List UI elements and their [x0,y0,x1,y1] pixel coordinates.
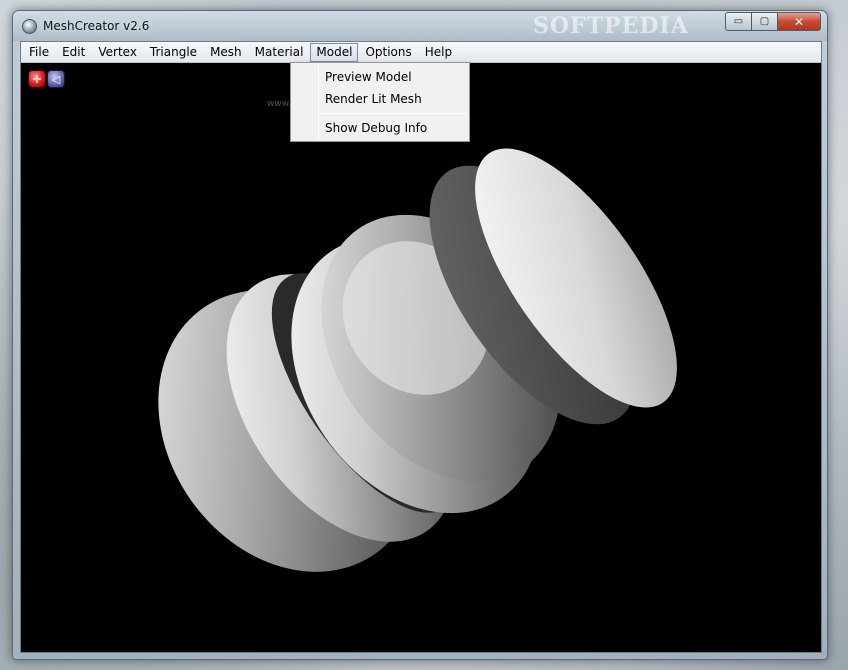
menu-model[interactable]: Model [310,42,359,62]
menu-edit[interactable]: Edit [56,43,91,62]
move-tool-icon[interactable]: ✛ [28,70,46,88]
maximize-button[interactable]: ▢ [751,12,777,31]
watermark-text: SOFTPEDIA [533,13,689,39]
menu-item-preview-model[interactable]: Preview Model [291,66,469,88]
menu-separator [321,113,467,114]
title-bar[interactable]: MeshCreator v2.6 SOFTPEDIA ▭ ▢ ✕ [13,11,827,41]
mesh-render [158,148,677,572]
menu-triangle[interactable]: Triangle [144,43,203,62]
menu-item-render-lit-mesh[interactable]: Render Lit Mesh [291,88,469,110]
rotate-tool-icon[interactable]: ◁ [47,70,65,88]
app-window: MeshCreator v2.6 SOFTPEDIA ▭ ▢ ✕ File Ed… [12,10,828,660]
menu-file[interactable]: File [23,43,55,62]
menu-item-show-debug-info[interactable]: Show Debug Info [291,117,469,139]
caption-buttons: ▭ ▢ ✕ [725,12,821,32]
client-area: File Edit Vertex Triangle Mesh Material … [20,41,822,653]
minimize-button[interactable]: ▭ [725,12,751,31]
model-menu-dropdown: Preview Model Render Lit Mesh Show Debug… [290,62,470,142]
menu-help[interactable]: Help [419,43,458,62]
close-button[interactable]: ✕ [777,12,821,31]
window-title: MeshCreator v2.6 [43,19,150,33]
close-icon: ✕ [793,14,805,29]
menu-mesh[interactable]: Mesh [204,43,248,62]
app-icon[interactable] [22,19,37,34]
menu-bar: File Edit Vertex Triangle Mesh Material … [21,42,821,63]
menu-material[interactable]: Material [249,43,310,62]
maximize-icon: ▢ [759,16,770,27]
3d-viewport[interactable]: ✛ ◁ www.softpedia.com [21,63,821,652]
minimize-icon: ▭ [733,16,744,27]
menu-options[interactable]: Options [359,43,417,62]
menu-vertex[interactable]: Vertex [92,43,143,62]
